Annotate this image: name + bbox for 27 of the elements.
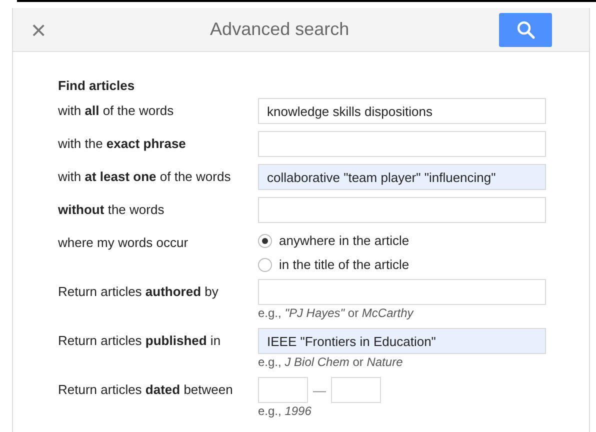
hint-text: e.g., 1996 [258,404,312,419]
hint-text: e.g., J Biol Chem or Nature [258,355,404,370]
radio-option[interactable]: in the title of the article [258,257,546,272]
text-field[interactable] [258,279,546,305]
field-label: with all of the words [58,102,175,120]
year-field[interactable] [258,377,308,403]
field-label: Return articles dated between [58,381,234,399]
search-button[interactable] [499,12,552,46]
field-label: without the words [58,201,166,219]
text-field[interactable]: knowledge skills dispositions [258,98,546,124]
text-field[interactable]: IEEE "Frontiers in Education" [258,328,546,354]
field-label: with the exact phrase [58,135,187,153]
search-icon [516,20,536,40]
range-dash: — [313,382,326,398]
text-field[interactable] [258,131,546,157]
dialog-title: Advanced search [209,19,350,40]
section-title: Find articles [58,78,136,93]
field-label: with at least one of the words [58,168,232,186]
hint-text: e.g., "PJ Hayes" or McCarthy [258,306,415,321]
text-field[interactable] [258,197,546,223]
close-button[interactable]: × [27,16,50,42]
field-label: where my words occur [58,234,190,252]
year-field[interactable] [331,377,381,403]
radio-option[interactable]: anywhere in the article [258,233,546,248]
text-field[interactable]: collaborative "team player" "influencing" [258,164,546,190]
field-label: Return articles published in [58,332,222,350]
field-label: Return articles authored by [58,283,220,301]
